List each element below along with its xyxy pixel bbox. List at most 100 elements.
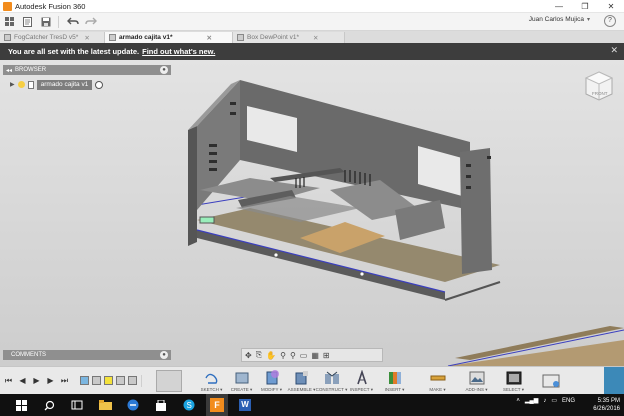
collapse-icon[interactable]: ◂◂ — [6, 67, 12, 74]
viewports-icon[interactable]: ⊞ — [323, 351, 330, 360]
visibility-bulb-icon[interactable] — [17, 81, 25, 88]
bottom-toolbar: ⏮ ◀ ▶ ▶ ⏭ SKETCH ▾ CREATE ▾ MODIFY ▾ ASS… — [0, 366, 624, 395]
fusion-taskbar-icon[interactable]: F — [206, 394, 228, 416]
fusion-app-icon — [3, 1, 12, 11]
close-notification-icon[interactable]: ✕ — [610, 45, 618, 56]
orbit-icon[interactable]: ✥ — [245, 351, 252, 360]
timeline-feature-icon[interactable] — [92, 376, 101, 385]
scripts-button[interactable] — [537, 368, 565, 394]
inspect-button[interactable]: INSPECT ▾ — [348, 368, 375, 394]
tab-label: FogCatcher TresD v5* — [14, 34, 79, 41]
file-explorer-icon[interactable] — [94, 394, 116, 416]
step-back-icon[interactable]: ◀ — [17, 374, 28, 388]
panel-toggle-icon[interactable]: ● — [160, 66, 168, 74]
browser-root-item[interactable]: ▶ armado cajita v1 — [10, 79, 126, 90]
grid-settings-icon[interactable]: ▦ — [311, 351, 319, 360]
tab-fogcatcher[interactable]: FogCatcher TresD v5* ✕ — [0, 32, 105, 43]
sketch-button[interactable]: SKETCH ▾ — [198, 368, 225, 394]
make-button[interactable]: MAKE ▾ — [424, 368, 451, 394]
insert-button[interactable]: INSERT ▾ — [381, 368, 408, 394]
timeline-feature-icon[interactable] — [80, 376, 89, 385]
viewcube[interactable]: FRONT — [584, 70, 614, 104]
skype-icon[interactable]: S — [178, 394, 200, 416]
taskbar-clock[interactable]: 5:35 PM 6/26/2016 — [593, 397, 620, 413]
help-icon[interactable]: ? — [604, 15, 616, 27]
edge-browser-icon[interactable] — [122, 394, 144, 416]
tab-armado-cajita[interactable]: armado cajita v1* ✕ — [105, 32, 233, 43]
document-tabs: FogCatcher TresD v5* ✕ armado cajita v1*… — [0, 31, 624, 43]
activate-radio-icon[interactable] — [95, 80, 104, 89]
timeline-feature-icon[interactable] — [104, 376, 113, 385]
document-settings-icon[interactable] — [27, 80, 34, 89]
select-button[interactable]: SELECT ▾ — [500, 368, 527, 394]
search-icon[interactable] — [38, 394, 60, 416]
window-title: Autodesk Fusion 360 — [15, 1, 86, 11]
windows-start-icon[interactable] — [10, 394, 32, 416]
browser-panel-header[interactable]: ◂◂ BROWSER ● — [3, 65, 171, 75]
update-notification-bar: You are all set with the latest update. … — [0, 43, 624, 60]
whats-new-link[interactable]: Find out what's new. — [142, 47, 215, 56]
collapse-ribbon-button[interactable] — [604, 367, 624, 395]
ribbon-label: MODIFY ▾ — [261, 386, 282, 392]
play-icon[interactable]: ▶ — [31, 374, 42, 388]
redo-icon[interactable] — [83, 15, 99, 29]
close-button[interactable]: ✕ — [598, 0, 624, 13]
fusion-taskbar-label: F — [210, 398, 224, 412]
timeline-feature-icon[interactable] — [116, 376, 125, 385]
workspace-switcher[interactable] — [156, 369, 182, 392]
chevron-down-icon[interactable]: ▾ — [587, 16, 590, 23]
toolbar-separator — [141, 374, 142, 387]
store-icon[interactable] — [150, 394, 172, 416]
panel-toggle-icon[interactable]: ● — [160, 351, 168, 359]
comments-panel-header[interactable]: COMMENTS ● — [3, 350, 171, 360]
look-at-icon[interactable]: ⎘ — [256, 350, 262, 360]
language-indicator[interactable]: ENG — [562, 398, 575, 404]
model-viewport[interactable] — [0, 60, 624, 366]
ribbon-label: INSERT ▾ — [384, 386, 405, 392]
pan-icon[interactable]: ✋ — [266, 351, 276, 360]
browser-title: BROWSER — [15, 67, 47, 73]
create-icon — [235, 372, 248, 383]
expand-icon[interactable]: ▶ — [10, 81, 15, 88]
addins-button[interactable]: ADD-INS ▾ — [463, 368, 490, 394]
sketch-point — [274, 253, 278, 257]
browser-item-label[interactable]: armado cajita v1 — [36, 79, 93, 90]
battery-icon[interactable]: ▭ — [551, 397, 557, 404]
create-button[interactable]: CREATE ▾ — [228, 368, 255, 394]
task-view-icon[interactable] — [66, 394, 88, 416]
navigation-bar: ✥ ⎘ ✋ ⚲ ⚲ ▭ ▦ ⊞ — [241, 348, 383, 362]
fit-icon[interactable]: ⚲ — [290, 351, 296, 360]
display-settings-icon[interactable]: ▭ — [300, 351, 308, 360]
data-panel-icon[interactable] — [2, 15, 18, 29]
addins-icon — [469, 371, 484, 384]
design-canvas[interactable]: ◂◂ BROWSER ● ▶ armado cajita v1 FRONT CO… — [0, 60, 624, 366]
word-icon[interactable]: W — [234, 394, 256, 416]
go-to-end-icon[interactable]: ⏭ — [59, 374, 70, 388]
construct-button[interactable]: CONSTRUCT ▾ — [316, 368, 347, 394]
volume-icon[interactable]: ♪ — [543, 398, 546, 404]
file-menu-icon[interactable] — [20, 15, 36, 29]
tab-box-dewpoint[interactable]: Box DewPoint v1* ✕ — [233, 32, 345, 43]
minimize-button[interactable]: — — [546, 0, 572, 13]
user-account-menu[interactable]: Juan Carlos Mujica — [529, 16, 584, 23]
go-to-start-icon[interactable]: ⏮ — [3, 374, 14, 388]
assemble-button[interactable]: ASSEMBLE ▾ — [288, 368, 315, 394]
assemble-icon — [295, 370, 308, 384]
step-forward-icon[interactable]: ▶ — [45, 374, 56, 388]
save-icon[interactable] — [38, 15, 54, 29]
viewcube-face-label: FRONT — [592, 91, 608, 96]
selected-edge-marker — [199, 216, 215, 224]
undo-icon[interactable] — [65, 15, 81, 29]
ribbon-label: CREATE ▾ — [230, 386, 253, 392]
chevron-up-icon[interactable]: ˄ — [516, 398, 520, 404]
close-tab-icon[interactable]: ✕ — [313, 34, 318, 42]
zoom-icon[interactable]: ⚲ — [280, 351, 286, 360]
network-icon[interactable]: ▂▄▆ — [525, 397, 538, 404]
ribbon-label: MAKE ▾ — [429, 386, 446, 392]
close-tab-icon[interactable]: ✕ — [84, 34, 89, 42]
document-icon — [4, 34, 11, 41]
close-tab-icon[interactable]: ✕ — [206, 34, 211, 42]
maximize-button[interactable]: ❐ — [572, 0, 598, 13]
modify-button[interactable]: MODIFY ▾ — [258, 368, 285, 394]
timeline-feature-icon[interactable] — [128, 376, 137, 385]
